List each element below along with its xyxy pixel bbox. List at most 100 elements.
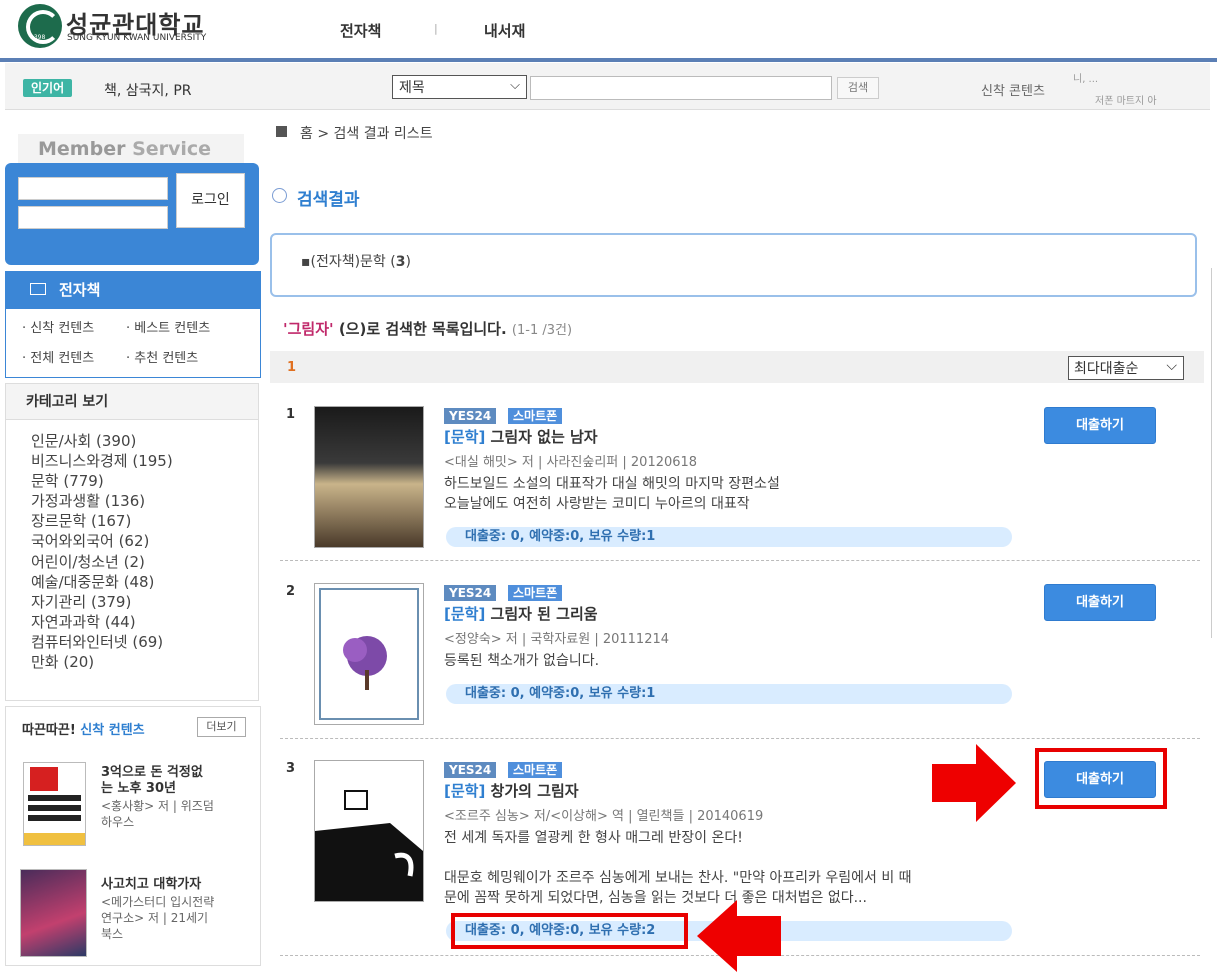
new-book-cover[interactable] [20,869,87,957]
smartphone-badge: 스마트폰 [508,408,563,424]
new-header-highlight: 신착 컨텐츠 [80,723,145,738]
scrollbar[interactable] [1211,268,1217,638]
book-meta: <조르주 심농> 저/<이상해> 역 | 열린책들 | 20140619 [444,809,764,824]
category-header: 카테고리 보기 [6,384,258,420]
search-field-select[interactable]: 제목 ⌵ [392,75,527,99]
book-title[interactable]: [문학] 창가의 그림자 [444,780,579,801]
page-title: 검색결과 [297,190,360,210]
facet-item[interactable]: ▪(전자책)문학 (3) [301,251,411,271]
ebook-link-best[interactable]: · 베스트 컨텐츠 [126,317,210,336]
borrow-button[interactable]: 대출하기 [1044,407,1156,444]
breadcrumb: 홈 > 검색 결과 리스트 [300,126,433,142]
search-field-value: 제목 [399,80,425,96]
result-number: 1 [286,407,296,422]
university-logo[interactable] [18,4,62,48]
popular-keywords[interactable]: 책, 삼국지, PR [104,80,192,100]
password-input[interactable] [18,206,168,229]
header-divider [0,58,1217,62]
book-description: 등록된 책소개가 없습니다. [444,653,600,669]
category-item[interactable]: 비즈니스와경제 (195) [31,451,173,471]
book-cover-art [319,588,419,720]
book-cover-art [24,767,85,845]
category-item[interactable]: 국어와외국어 (62) [31,531,173,551]
sort-value: 최다대출순 [1074,361,1139,377]
new-book-cover[interactable] [23,762,86,846]
book-meta: <대실 해밋> 저 | 사라진숲리퍼 | 20120618 [444,455,698,470]
member-title-part: Member [38,138,133,160]
yes24-badge: YES24 [444,585,497,601]
loan-status: 대출중: 0, 예약중:0, 보유 수량:1 [446,684,1012,704]
service-title-part: Service [132,138,212,160]
ebook-header-label: 전자책 [59,281,101,299]
book-cover[interactable] [314,406,424,548]
nav-separator: | [434,22,438,35]
book-cover-art [315,790,423,901]
category-item[interactable]: 인문/사회 (390) [31,431,173,451]
highlight-box-borrow [1035,748,1167,809]
section-bullet-icon [272,188,287,203]
member-service-title: Member Service [38,138,211,160]
sort-select[interactable]: 최다대출순 ⌵ [1068,356,1184,380]
new-book-meta: <홍사황> 저 | 위즈덤 하우스 [101,799,214,829]
nav-ebook[interactable]: 전자책 [340,20,381,41]
result-number: 2 [286,584,296,599]
search-button[interactable]: 검색 [837,77,879,99]
category-item[interactable]: 컴퓨터와인터넷 (69) [31,632,173,652]
category-item[interactable]: 어린이/청소년 (2) [31,552,173,572]
borrow-button[interactable]: 대출하기 [1044,584,1156,621]
popular-keywords-badge: 인기어 [23,79,73,97]
new-book-title[interactable]: 3억으로 돈 걱정없 는 노후 30년 [101,765,203,797]
home-icon [276,126,287,137]
book-icon [30,283,46,295]
book-description: 전 세계 독자를 열광케 한 형사 매그레 반장이 온다! 대문호 헤밍웨이가 조… [444,830,912,906]
arrow-right-icon [932,744,1016,822]
category-item[interactable]: 자기관리 (379) [31,592,173,612]
ebook-link-recommended[interactable]: · 추천 컨텐츠 [126,347,198,366]
category-list: 인문/사회 (390) 비즈니스와경제 (195) 문학 (779) 가정과생활… [31,431,173,672]
chevron-down-icon: ⌵ [1166,358,1177,374]
search-keyword: '그림자' [283,320,334,338]
arrow-left-icon [697,900,781,972]
summary-text: (으)로 검색한 목록입니다. [333,320,512,338]
logo-year: 1398 [30,34,46,41]
book-title[interactable]: [문학] 그림자 없는 남자 [444,426,598,447]
category-item[interactable]: 예술/대중문화 (48) [31,572,173,592]
category-item[interactable]: 장르문학 (167) [31,511,173,531]
highlight-box-status [451,913,688,949]
nav-my-library[interactable]: 내서재 [484,20,525,41]
new-header-prefix: 따끈따끈! [22,723,81,738]
smartphone-badge: 스마트폰 [508,585,563,601]
result-divider [280,738,1200,739]
category-item[interactable]: 가정과생활 (136) [31,491,173,511]
result-number: 3 [286,761,296,776]
more-button[interactable]: 더보기 [197,717,246,737]
search-summary: '그림자' (으)로 검색한 목록입니다. (1-1 /3건) [283,318,572,339]
book-cover[interactable] [314,583,424,725]
user-id-input[interactable] [18,177,168,200]
search-input[interactable] [530,76,832,100]
loan-status: 대출중: 0, 예약중:0, 보유 수량:1 [446,527,1012,547]
ebook-link-new[interactable]: · 신착 컨텐츠 [22,317,94,336]
login-button[interactable]: 로그인 [176,173,245,228]
yes24-badge: YES24 [444,762,497,778]
yes24-badge: YES24 [444,408,497,424]
new-contents-label: 신착 콘텐츠 [981,84,1045,99]
category-item[interactable]: 만화 (20) [31,652,173,672]
new-contents-header: 따끈따끈! 신착 컨텐츠 [22,719,145,738]
book-cover[interactable] [314,760,424,902]
category-item[interactable]: 자연과과학 (44) [31,612,173,632]
result-count: (1-1 /3건) [511,323,573,338]
category-item[interactable]: 문학 (779) [31,471,173,491]
result-divider [280,560,1200,561]
new-book-meta: <메가스터디 입시전략 연구소> 저 | 21세기 북스 [101,895,215,941]
new-book-title[interactable]: 사고치고 대학가자 [101,877,201,893]
book-meta: <정양숙> 저 | 국학자료원 | 20111214 [444,632,670,647]
book-title[interactable]: [문학] 그림자 된 그리움 [444,603,598,624]
ticker-line-2[interactable]: 저폰 마트지 아 [1095,92,1157,107]
page-number[interactable]: 1 [287,360,296,375]
logo-english: SUNG KYUN KWAN UNIVERSITY [67,33,207,43]
ticker-line-1[interactable]: 니, ... [1073,70,1098,85]
book-description: 하드보일드 소설의 대표작가 대실 해밋의 마지막 장편소설 오늘날에도 여전히 … [444,476,780,512]
smartphone-badge: 스마트폰 [508,762,563,778]
ebook-link-all[interactable]: · 전체 컨텐츠 [22,347,94,366]
